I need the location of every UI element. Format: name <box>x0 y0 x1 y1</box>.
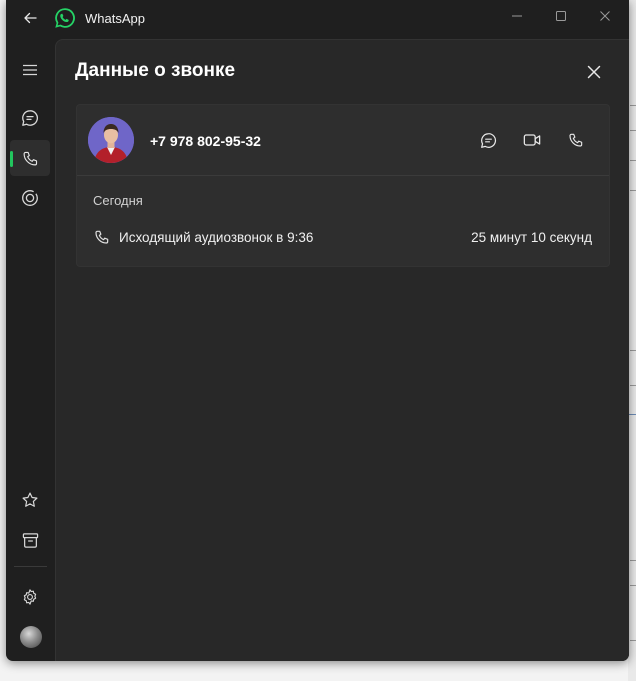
status-ring-icon <box>22 190 38 206</box>
window-close-icon <box>600 11 610 21</box>
background-mark <box>630 385 636 386</box>
video-camera-icon <box>523 134 541 146</box>
sidebar-divider <box>14 566 47 567</box>
active-indicator <box>10 151 13 167</box>
panel-title: Данные о звонке <box>75 60 236 81</box>
whatsapp-logo-icon <box>53 6 77 30</box>
whatsapp-window: WhatsApp Данные о звонке +7 978 802-95-3… <box>6 0 629 661</box>
phone-icon <box>95 230 109 244</box>
sidebar-item-menu[interactable] <box>10 52 50 88</box>
call-card: +7 978 802-95-32 Сегодня Исходящий аудио… <box>76 104 610 267</box>
message-button[interactable] <box>475 127 501 153</box>
gear-icon <box>23 589 37 605</box>
hamburger-menu-icon <box>23 64 37 76</box>
minimize-icon <box>512 15 522 17</box>
minimize-button[interactable] <box>495 2 539 30</box>
contact-photo <box>88 117 134 163</box>
close-icon <box>587 65 601 79</box>
background-mark <box>630 160 636 161</box>
window-close-button[interactable] <box>583 2 627 30</box>
background-mark <box>630 640 636 641</box>
sidebar-item-chats[interactable] <box>10 100 50 136</box>
app-title: WhatsApp <box>85 11 145 26</box>
background-app-edge <box>628 0 636 681</box>
back-arrow-icon <box>24 12 37 24</box>
phone-icon <box>569 133 583 147</box>
call-details-panel: Данные о звонке +7 978 802-95-32 Сегодня… <box>55 39 629 661</box>
background-line <box>628 414 636 415</box>
chat-bubble-icon <box>22 110 38 126</box>
sidebar <box>6 36 55 661</box>
profile-avatar[interactable] <box>20 626 42 648</box>
sidebar-item-calls[interactable] <box>10 140 50 176</box>
background-mark <box>630 560 636 561</box>
close-panel-button[interactable] <box>582 60 606 84</box>
contact-avatar[interactable] <box>88 117 134 163</box>
maximize-icon <box>556 11 566 21</box>
video-call-button[interactable] <box>519 127 545 153</box>
call-date-label: Сегодня <box>93 193 143 208</box>
back-button[interactable] <box>18 6 42 30</box>
chat-bubble-icon <box>480 132 496 148</box>
voice-call-button[interactable] <box>563 127 589 153</box>
sidebar-item-archived[interactable] <box>10 522 50 558</box>
sidebar-item-starred[interactable] <box>10 482 50 518</box>
archive-icon <box>22 532 38 548</box>
star-icon <box>22 492 38 507</box>
contact-phone-number: +7 978 802-95-32 <box>150 133 261 149</box>
call-duration: 25 минут 10 секунд <box>471 230 592 245</box>
background-mark <box>630 105 636 106</box>
sidebar-item-status[interactable] <box>10 180 50 216</box>
phone-icon <box>23 151 37 165</box>
background-mark <box>630 585 636 586</box>
title-bar[interactable]: WhatsApp <box>6 0 629 36</box>
call-description: Исходящий аудиозвонок в 9:36 <box>119 230 314 245</box>
background-mark <box>630 350 636 351</box>
maximize-button[interactable] <box>539 2 583 30</box>
background-mark <box>630 190 636 191</box>
background-mark <box>630 130 636 131</box>
sidebar-item-settings[interactable] <box>10 579 50 615</box>
contact-row: +7 978 802-95-32 <box>77 105 609 176</box>
